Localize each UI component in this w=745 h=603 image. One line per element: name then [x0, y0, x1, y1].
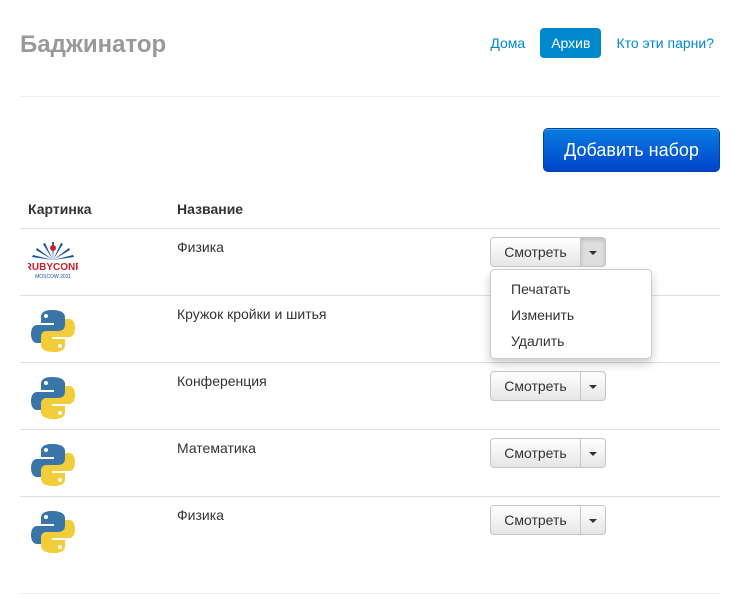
python-logo-image	[31, 310, 75, 352]
nav-home-link[interactable]: Дома	[479, 28, 536, 58]
column-header-name: Название	[177, 201, 244, 217]
row-action-group: Смотреть	[490, 237, 606, 267]
row-action-group: Смотреть	[490, 371, 606, 401]
dropdown-item-edit[interactable]: Изменить	[491, 302, 651, 328]
nav-archive-link[interactable]: Архив	[540, 28, 602, 58]
view-button[interactable]: Смотреть	[490, 505, 581, 535]
caret-down-icon	[589, 452, 597, 456]
actions-dropdown-toggle[interactable]	[581, 371, 606, 401]
brand-title[interactable]: Баджинатор	[20, 28, 166, 62]
python-logo-image	[31, 377, 75, 419]
rubyconf-gem	[50, 245, 56, 251]
row-action-group: Смотреть	[490, 505, 606, 535]
row-name: Физика	[177, 507, 224, 523]
actions-dropdown-toggle[interactable]	[581, 438, 606, 468]
view-button[interactable]: Смотреть	[490, 438, 581, 468]
add-set-button[interactable]: Добавить набор	[543, 128, 720, 172]
view-button[interactable]: Смотреть	[490, 237, 581, 267]
main-nav: Дома Архив Кто эти парни?	[475, 28, 725, 58]
row-action-group: Смотреть	[490, 438, 606, 468]
actions-dropdown-menu: Печатать Изменить Удалить	[490, 269, 652, 359]
row-name: Кружок кройки и шитья	[177, 306, 327, 322]
column-header-picture: Картинка	[28, 201, 92, 217]
view-button[interactable]: Смотреть	[490, 371, 581, 401]
dropdown-item-print[interactable]: Печатать	[491, 276, 651, 302]
table-row-divider	[20, 362, 720, 363]
table-row-divider	[20, 429, 720, 430]
row-name: Конференция	[177, 373, 267, 389]
rubyconf-logo-text: RUBYCONF	[28, 262, 78, 273]
header-divider	[20, 96, 720, 97]
caret-down-icon	[589, 519, 597, 523]
table-row-divider	[20, 228, 720, 229]
actions-dropdown-toggle[interactable]	[581, 505, 606, 535]
python-logo-image	[31, 511, 75, 553]
dropdown-item-delete[interactable]: Удалить	[491, 328, 651, 354]
row-name: Физика	[177, 239, 224, 255]
table-row-divider	[20, 496, 720, 497]
actions-dropdown-toggle[interactable]	[581, 237, 606, 267]
footer-divider	[20, 593, 720, 594]
row-name: Математика	[177, 440, 256, 456]
nav-about-link[interactable]: Кто эти парни?	[605, 28, 725, 58]
rubyconf-logo-image: RUBYCONF MOSCOW 2011	[28, 242, 78, 280]
caret-down-icon	[589, 251, 597, 255]
python-logo-image	[31, 444, 75, 486]
rubyconf-logo-subtext: MOSCOW 2011	[35, 274, 71, 280]
caret-down-icon	[589, 385, 597, 389]
